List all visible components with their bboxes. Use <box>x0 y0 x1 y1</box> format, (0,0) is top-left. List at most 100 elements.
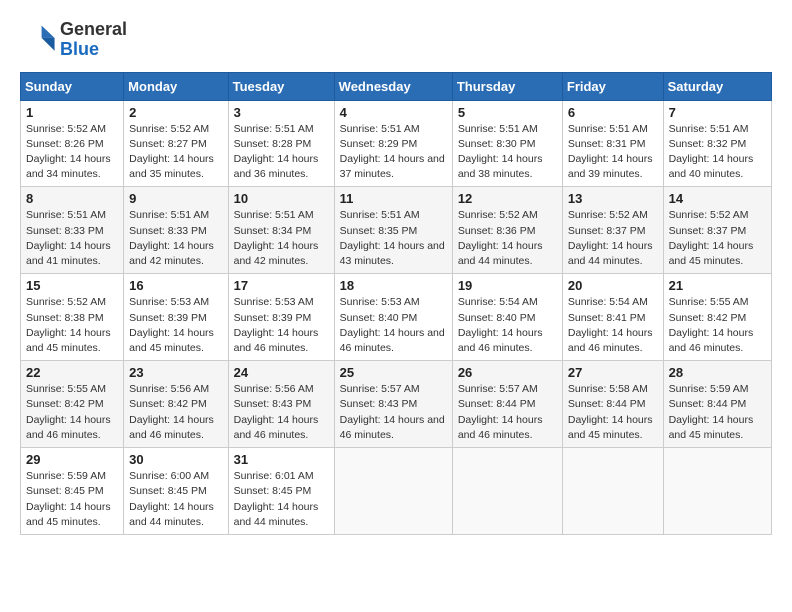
day-number: 29 <box>26 452 118 467</box>
day-number: 19 <box>458 278 557 293</box>
cell-info: Sunrise: 5:53 AMSunset: 8:40 PMDaylight:… <box>340 296 445 354</box>
calendar-cell: 1 Sunrise: 5:52 AMSunset: 8:26 PMDayligh… <box>21 100 124 187</box>
logo-icon <box>20 22 56 58</box>
calendar-cell: 13 Sunrise: 5:52 AMSunset: 8:37 PMDaylig… <box>562 187 663 274</box>
cell-info: Sunrise: 5:53 AMSunset: 8:39 PMDaylight:… <box>234 296 319 354</box>
cell-info: Sunrise: 5:52 AMSunset: 8:37 PMDaylight:… <box>669 209 754 267</box>
calendar-cell: 16 Sunrise: 5:53 AMSunset: 8:39 PMDaylig… <box>124 274 228 361</box>
day-number: 3 <box>234 105 329 120</box>
calendar-body: 1 Sunrise: 5:52 AMSunset: 8:26 PMDayligh… <box>21 100 772 534</box>
calendar-week-5: 29 Sunrise: 5:59 AMSunset: 8:45 PMDaylig… <box>21 448 772 535</box>
day-number: 20 <box>568 278 658 293</box>
day-number: 26 <box>458 365 557 380</box>
calendar-cell: 20 Sunrise: 5:54 AMSunset: 8:41 PMDaylig… <box>562 274 663 361</box>
day-number: 12 <box>458 191 557 206</box>
calendar-header-tuesday: Tuesday <box>228 72 334 100</box>
calendar-week-3: 15 Sunrise: 5:52 AMSunset: 8:38 PMDaylig… <box>21 274 772 361</box>
day-number: 11 <box>340 191 447 206</box>
day-number: 7 <box>669 105 766 120</box>
cell-info: Sunrise: 5:56 AMSunset: 8:43 PMDaylight:… <box>234 383 319 441</box>
calendar-header-sunday: Sunday <box>21 72 124 100</box>
calendar-cell: 29 Sunrise: 5:59 AMSunset: 8:45 PMDaylig… <box>21 448 124 535</box>
calendar-cell: 2 Sunrise: 5:52 AMSunset: 8:27 PMDayligh… <box>124 100 228 187</box>
calendar-cell <box>663 448 771 535</box>
cell-info: Sunrise: 5:55 AMSunset: 8:42 PMDaylight:… <box>669 296 754 354</box>
day-number: 16 <box>129 278 222 293</box>
cell-info: Sunrise: 5:52 AMSunset: 8:37 PMDaylight:… <box>568 209 653 267</box>
cell-info: Sunrise: 5:56 AMSunset: 8:42 PMDaylight:… <box>129 383 214 441</box>
cell-info: Sunrise: 5:59 AMSunset: 8:44 PMDaylight:… <box>669 383 754 441</box>
day-number: 13 <box>568 191 658 206</box>
day-number: 5 <box>458 105 557 120</box>
calendar-cell: 9 Sunrise: 5:51 AMSunset: 8:33 PMDayligh… <box>124 187 228 274</box>
calendar-week-4: 22 Sunrise: 5:55 AMSunset: 8:42 PMDaylig… <box>21 361 772 448</box>
day-number: 28 <box>669 365 766 380</box>
day-number: 8 <box>26 191 118 206</box>
logo-text-general: General <box>60 20 127 40</box>
day-number: 2 <box>129 105 222 120</box>
calendar-cell: 14 Sunrise: 5:52 AMSunset: 8:37 PMDaylig… <box>663 187 771 274</box>
day-number: 30 <box>129 452 222 467</box>
cell-info: Sunrise: 5:54 AMSunset: 8:41 PMDaylight:… <box>568 296 653 354</box>
calendar-header-monday: Monday <box>124 72 228 100</box>
calendar-cell <box>452 448 562 535</box>
cell-info: Sunrise: 5:51 AMSunset: 8:30 PMDaylight:… <box>458 123 543 181</box>
cell-info: Sunrise: 6:00 AMSunset: 8:45 PMDaylight:… <box>129 470 214 528</box>
calendar-cell: 26 Sunrise: 5:57 AMSunset: 8:44 PMDaylig… <box>452 361 562 448</box>
page-header: General Blue <box>20 20 772 60</box>
calendar-table: SundayMondayTuesdayWednesdayThursdayFrid… <box>20 72 772 535</box>
calendar-cell: 4 Sunrise: 5:51 AMSunset: 8:29 PMDayligh… <box>334 100 452 187</box>
calendar-cell: 8 Sunrise: 5:51 AMSunset: 8:33 PMDayligh… <box>21 187 124 274</box>
logo-text-blue: Blue <box>60 40 127 60</box>
calendar-cell: 23 Sunrise: 5:56 AMSunset: 8:42 PMDaylig… <box>124 361 228 448</box>
cell-info: Sunrise: 5:51 AMSunset: 8:29 PMDaylight:… <box>340 123 445 181</box>
calendar-header-row: SundayMondayTuesdayWednesdayThursdayFrid… <box>21 72 772 100</box>
day-number: 23 <box>129 365 222 380</box>
cell-info: Sunrise: 5:58 AMSunset: 8:44 PMDaylight:… <box>568 383 653 441</box>
calendar-cell: 11 Sunrise: 5:51 AMSunset: 8:35 PMDaylig… <box>334 187 452 274</box>
calendar-cell: 18 Sunrise: 5:53 AMSunset: 8:40 PMDaylig… <box>334 274 452 361</box>
calendar-cell: 6 Sunrise: 5:51 AMSunset: 8:31 PMDayligh… <box>562 100 663 187</box>
cell-info: Sunrise: 5:52 AMSunset: 8:26 PMDaylight:… <box>26 123 111 181</box>
day-number: 31 <box>234 452 329 467</box>
calendar-cell: 7 Sunrise: 5:51 AMSunset: 8:32 PMDayligh… <box>663 100 771 187</box>
logo: General Blue <box>20 20 127 60</box>
cell-info: Sunrise: 5:51 AMSunset: 8:32 PMDaylight:… <box>669 123 754 181</box>
calendar-cell: 24 Sunrise: 5:56 AMSunset: 8:43 PMDaylig… <box>228 361 334 448</box>
day-number: 22 <box>26 365 118 380</box>
cell-info: Sunrise: 5:51 AMSunset: 8:34 PMDaylight:… <box>234 209 319 267</box>
day-number: 4 <box>340 105 447 120</box>
day-number: 9 <box>129 191 222 206</box>
calendar-cell: 17 Sunrise: 5:53 AMSunset: 8:39 PMDaylig… <box>228 274 334 361</box>
day-number: 27 <box>568 365 658 380</box>
calendar-cell: 30 Sunrise: 6:00 AMSunset: 8:45 PMDaylig… <box>124 448 228 535</box>
day-number: 14 <box>669 191 766 206</box>
calendar-cell: 3 Sunrise: 5:51 AMSunset: 8:28 PMDayligh… <box>228 100 334 187</box>
calendar-cell: 25 Sunrise: 5:57 AMSunset: 8:43 PMDaylig… <box>334 361 452 448</box>
calendar-week-2: 8 Sunrise: 5:51 AMSunset: 8:33 PMDayligh… <box>21 187 772 274</box>
calendar-cell: 28 Sunrise: 5:59 AMSunset: 8:44 PMDaylig… <box>663 361 771 448</box>
calendar-cell: 27 Sunrise: 5:58 AMSunset: 8:44 PMDaylig… <box>562 361 663 448</box>
day-number: 18 <box>340 278 447 293</box>
cell-info: Sunrise: 5:52 AMSunset: 8:27 PMDaylight:… <box>129 123 214 181</box>
calendar-header-saturday: Saturday <box>663 72 771 100</box>
day-number: 1 <box>26 105 118 120</box>
day-number: 10 <box>234 191 329 206</box>
cell-info: Sunrise: 5:52 AMSunset: 8:38 PMDaylight:… <box>26 296 111 354</box>
cell-info: Sunrise: 5:59 AMSunset: 8:45 PMDaylight:… <box>26 470 111 528</box>
calendar-cell: 21 Sunrise: 5:55 AMSunset: 8:42 PMDaylig… <box>663 274 771 361</box>
calendar-week-1: 1 Sunrise: 5:52 AMSunset: 8:26 PMDayligh… <box>21 100 772 187</box>
day-number: 6 <box>568 105 658 120</box>
cell-info: Sunrise: 5:55 AMSunset: 8:42 PMDaylight:… <box>26 383 111 441</box>
calendar-cell: 12 Sunrise: 5:52 AMSunset: 8:36 PMDaylig… <box>452 187 562 274</box>
cell-info: Sunrise: 6:01 AMSunset: 8:45 PMDaylight:… <box>234 470 319 528</box>
cell-info: Sunrise: 5:54 AMSunset: 8:40 PMDaylight:… <box>458 296 543 354</box>
cell-info: Sunrise: 5:51 AMSunset: 8:33 PMDaylight:… <box>26 209 111 267</box>
day-number: 21 <box>669 278 766 293</box>
calendar-header-thursday: Thursday <box>452 72 562 100</box>
calendar-cell <box>562 448 663 535</box>
calendar-cell: 31 Sunrise: 6:01 AMSunset: 8:45 PMDaylig… <box>228 448 334 535</box>
cell-info: Sunrise: 5:52 AMSunset: 8:36 PMDaylight:… <box>458 209 543 267</box>
calendar-cell <box>334 448 452 535</box>
cell-info: Sunrise: 5:51 AMSunset: 8:35 PMDaylight:… <box>340 209 445 267</box>
